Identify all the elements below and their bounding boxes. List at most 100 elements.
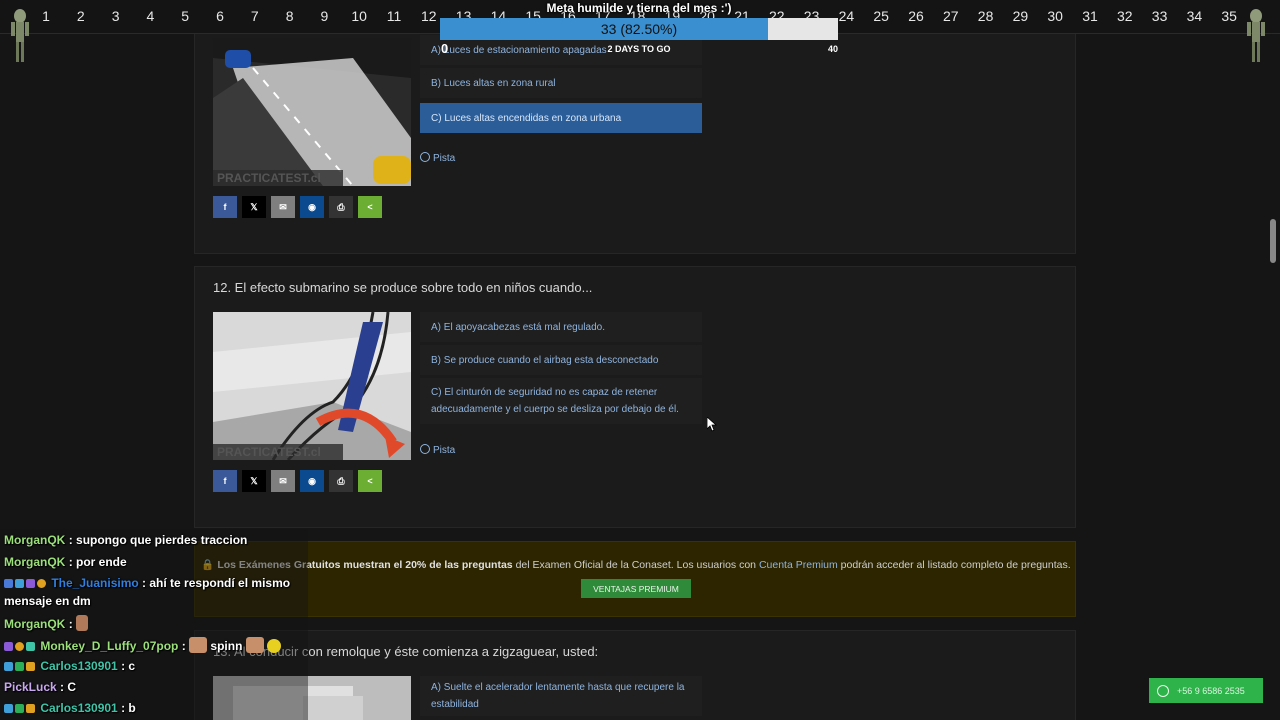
whatsapp-icon — [1157, 684, 1169, 697]
chat-username: Carlos130901 — [40, 701, 118, 715]
chat-text: : ahí te respondí el mismo — [142, 576, 291, 590]
chat-text: : b — [121, 701, 136, 715]
watermark: PRACTICATEST.cl — [217, 171, 321, 185]
badge-icon — [37, 579, 46, 588]
chat-username: MorganQK — [4, 617, 66, 631]
badge-icon — [15, 662, 24, 671]
badge-icon — [26, 704, 35, 713]
number-item[interactable]: 33 — [1145, 8, 1175, 24]
number-item[interactable]: 11 — [379, 8, 409, 24]
goal-title: Meta humilde y tierna del mes :') — [546, 1, 732, 15]
number-item[interactable]: 25 — [866, 8, 896, 24]
messenger-icon: ◉ — [308, 201, 316, 212]
chat-message: PickLuck : C — [4, 680, 76, 694]
option-b[interactable]: B) Se produce cuando el airbag esta desc… — [420, 345, 702, 375]
x-icon: 𝕏 — [250, 475, 258, 486]
messenger-share-button[interactable]: ◉ — [300, 470, 324, 492]
emote-icon — [267, 639, 282, 653]
hint-label: Pista — [433, 153, 456, 164]
badge-icon — [26, 642, 35, 651]
chat-username: PickLuck — [4, 680, 57, 694]
chat-username: MorganQK — [4, 555, 66, 569]
chat-username: Carlos130901 — [40, 659, 118, 673]
premium-account-link[interactable]: Cuenta Premium — [759, 559, 838, 571]
hint-icon — [420, 444, 430, 454]
number-item[interactable]: 32 — [1110, 8, 1140, 24]
badge-icon — [4, 642, 13, 651]
mouse-cursor-icon — [706, 416, 718, 437]
whatsapp-button[interactable]: +56 9 6586 2535 — [1149, 678, 1263, 703]
number-item[interactable]: 4 — [135, 8, 165, 24]
question-image: PRACTICATEST.cl — [213, 312, 411, 460]
goal-target: 40 — [827, 44, 838, 54]
print-icon: ⎙ — [337, 475, 345, 486]
facebook-share-button[interactable]: f — [213, 470, 237, 492]
chat-message: Carlos130901 : b — [4, 701, 136, 715]
donation-goal-widget: Meta humilde y tierna del mes :') 33 (82… — [440, 0, 838, 58]
emote-icon — [76, 615, 89, 631]
number-item[interactable]: 8 — [275, 8, 305, 24]
messenger-icon: ◉ — [308, 475, 316, 486]
number-item[interactable]: 29 — [1005, 8, 1035, 24]
chat-username: Monkey_D_Luffy_07pop — [40, 639, 179, 653]
option-c-selected[interactable]: C) Luces altas encendidas en zona urbana — [420, 103, 702, 133]
print-share-button[interactable]: ⎙ — [329, 196, 353, 218]
hint-link[interactable]: Pista — [420, 152, 455, 164]
chat-username: MorganQK — [4, 533, 66, 547]
option-a[interactable]: A) Suelte el acelerador lentamente hasta… — [420, 676, 702, 716]
question-image: PRACTICATEST.cl — [213, 38, 411, 186]
option-a[interactable]: A) El apoyacabezas está mal regulado. — [420, 312, 702, 342]
share-icon: < — [367, 476, 373, 486]
mascot-icon — [10, 8, 30, 66]
scrollbar-thumb[interactable] — [1270, 219, 1276, 263]
premium-benefits-button[interactable]: VENTAJAS PREMIUM — [581, 579, 691, 598]
number-item[interactable]: 7 — [240, 8, 270, 24]
print-share-button[interactable]: ⎙ — [329, 470, 353, 492]
question-card-13: 13. Al conducir con remolque y éste comi… — [194, 630, 1076, 720]
number-item[interactable]: 3 — [101, 8, 131, 24]
facebook-icon: f — [223, 476, 227, 486]
question-text: 12. El efecto submarino se produce sobre… — [213, 280, 593, 295]
x-share-button[interactable]: 𝕏 — [242, 470, 266, 492]
number-item[interactable]: 28 — [971, 8, 1001, 24]
chat-text: : — [181, 639, 186, 653]
goal-progress-text: 33 (82.50%) — [600, 21, 678, 37]
option-c[interactable]: C) El cinturón de seguridad no es capaz … — [420, 378, 702, 424]
premium-text-4: podrán acceder al listado completo de pr… — [840, 559, 1071, 571]
premium-text-2: Gratuitos muestran el 20% de las pregunt… — [293, 559, 513, 571]
number-item[interactable]: 27 — [936, 8, 966, 24]
number-item[interactable]: 2 — [66, 8, 96, 24]
share-share-button[interactable]: < — [358, 470, 382, 492]
email-share-button[interactable]: ✉ — [271, 196, 295, 218]
x-share-button[interactable]: 𝕏 — [242, 196, 266, 218]
badge-icon — [4, 704, 13, 713]
chat-text: : — [68, 617, 73, 631]
facebook-share-button[interactable]: f — [213, 196, 237, 218]
number-item[interactable]: 6 — [205, 8, 235, 24]
chat-message-continued: mensaje en dm — [4, 594, 91, 608]
number-item[interactable]: 35 — [1214, 8, 1244, 24]
x-icon: 𝕏 — [250, 201, 258, 212]
messenger-share-button[interactable]: ◉ — [300, 196, 324, 218]
chat-message: MorganQK : por ende — [4, 555, 127, 569]
badge-icon — [15, 704, 24, 713]
number-item[interactable]: 1 — [31, 8, 61, 24]
premium-banner: 🔒 Los Exámenes Gratuitos muestran el 20%… — [194, 541, 1076, 617]
badge-icon — [26, 579, 35, 588]
badge-icon — [26, 662, 35, 671]
number-item[interactable]: 34 — [1179, 8, 1209, 24]
badge-icon — [4, 579, 13, 588]
number-item[interactable]: 31 — [1075, 8, 1105, 24]
number-item[interactable]: 10 — [344, 8, 374, 24]
badge-icon — [15, 642, 24, 651]
number-item[interactable]: 30 — [1040, 8, 1070, 24]
number-item[interactable]: 5 — [170, 8, 200, 24]
emote-icon — [189, 637, 208, 653]
email-share-button[interactable]: ✉ — [271, 470, 295, 492]
number-item[interactable]: 9 — [309, 8, 339, 24]
option-b[interactable]: B) Luces altas en zona rural — [420, 68, 702, 98]
chat-message: The_Juanisimo : ahí te respondí el mismo — [4, 576, 290, 590]
number-item[interactable]: 26 — [901, 8, 931, 24]
hint-link[interactable]: Pista — [420, 444, 455, 456]
share-share-button[interactable]: < — [358, 196, 382, 218]
